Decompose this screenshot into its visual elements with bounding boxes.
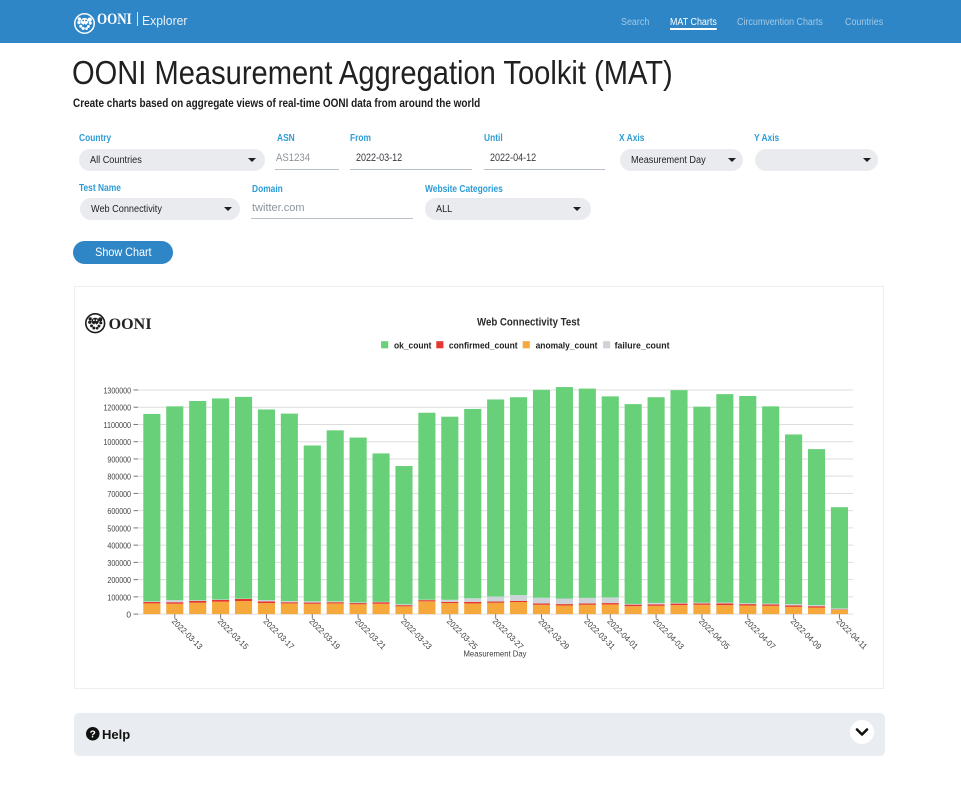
svg-text:300000: 300000 xyxy=(107,557,131,567)
svg-text:ok_count: ok_count xyxy=(394,340,432,351)
svg-text:0: 0 xyxy=(126,609,131,619)
svg-text:1100000: 1100000 xyxy=(104,419,132,429)
svg-text:2022-04-09: 2022-04-09 xyxy=(789,616,824,651)
svg-text:confirmed_count: confirmed_count xyxy=(449,340,518,351)
svg-text:?: ? xyxy=(90,730,96,741)
svg-text:100000: 100000 xyxy=(107,592,131,602)
svg-text:200000: 200000 xyxy=(107,575,131,585)
svg-text:2022-03-23: 2022-03-23 xyxy=(399,616,434,651)
svg-text:2022-03-13: 2022-03-13 xyxy=(170,616,205,651)
svg-text:700000: 700000 xyxy=(107,488,131,498)
svg-text:1300000: 1300000 xyxy=(104,385,132,395)
svg-text:900000: 900000 xyxy=(107,454,131,464)
svg-text:2022-03-15: 2022-03-15 xyxy=(216,616,251,651)
svg-text:500000: 500000 xyxy=(107,523,131,533)
svg-text:Measurement Day: Measurement Day xyxy=(464,648,528,658)
svg-text:2022-03-21: 2022-03-21 xyxy=(353,616,388,651)
svg-text:2022-04-05: 2022-04-05 xyxy=(697,616,732,651)
svg-text:2022-03-27: 2022-03-27 xyxy=(491,616,526,651)
svg-text:Web Connectivity Test: Web Connectivity Test xyxy=(477,316,580,328)
svg-text:1200000: 1200000 xyxy=(104,402,132,412)
svg-text:2022-03-17: 2022-03-17 xyxy=(262,616,297,651)
svg-text:failure_count: failure_count xyxy=(615,340,671,351)
svg-text:2022-03-29: 2022-03-29 xyxy=(537,616,572,651)
svg-text:2022-03-25: 2022-03-25 xyxy=(445,616,480,651)
svg-text:2022-04-07: 2022-04-07 xyxy=(743,616,778,651)
svg-text:2022-04-11: 2022-04-11 xyxy=(835,616,870,651)
svg-text:2022-03-19: 2022-03-19 xyxy=(307,616,342,651)
svg-text:800000: 800000 xyxy=(107,471,131,481)
svg-text:600000: 600000 xyxy=(107,506,131,516)
svg-text:anomaly_count: anomaly_count xyxy=(536,340,599,351)
svg-text:400000: 400000 xyxy=(107,540,131,550)
svg-text:1000000: 1000000 xyxy=(104,437,132,447)
svg-text:2022-04-03: 2022-04-03 xyxy=(651,616,686,651)
